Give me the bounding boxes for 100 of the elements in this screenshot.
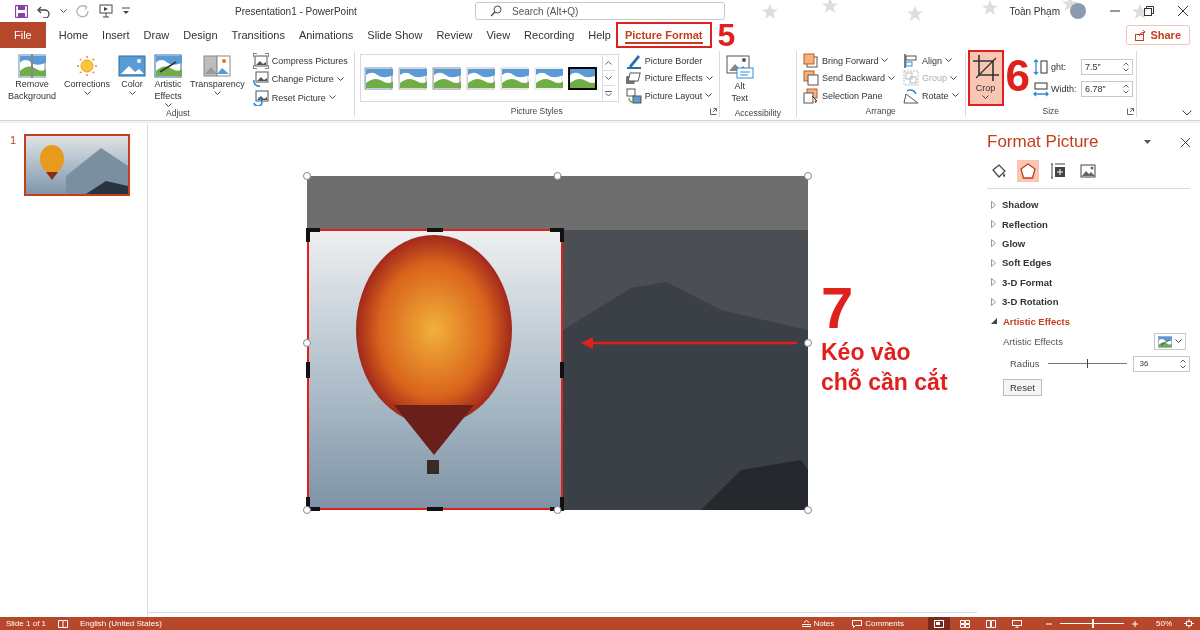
section-header[interactable]: 3-D Format [987, 272, 1190, 292]
ribbon-button[interactable]: Reset Picture [252, 89, 348, 106]
close-icon [1178, 6, 1188, 16]
picture-style-thumbnail[interactable] [363, 66, 393, 90]
ribbon-button[interactable]: Color [115, 51, 150, 107]
picture-style-thumbnail[interactable] [431, 66, 461, 90]
input-field[interactable]: 6.78" [1081, 81, 1133, 97]
ribbon-button[interactable]: Send Backward [802, 69, 895, 87]
fit-slide-icon [1184, 619, 1194, 628]
ribbon-tab[interactable]: Transitions [224, 24, 292, 46]
ribbon-button[interactable]: Change Picture [252, 70, 348, 88]
slide-thumbnail[interactable] [24, 134, 131, 196]
redo-icon [76, 4, 90, 18]
ribbon-tab[interactable]: Insert [95, 24, 137, 46]
ribbon-button[interactable]: Compress Pictures [252, 52, 348, 69]
size-icon [1050, 163, 1066, 179]
section-header[interactable]: 3-D Rotation [987, 291, 1190, 312]
resize-handle[interactable] [303, 506, 311, 514]
field-label: ght: [1051, 62, 1068, 72]
section-header[interactable]: Artistic Effects [987, 311, 1190, 331]
pane-title: Format Picture [987, 132, 1099, 152]
ribbon-button[interactable]: Alt Text [722, 51, 757, 107]
ribbon-tab[interactable]: Animations [291, 24, 361, 46]
scroll-up-icon [605, 59, 613, 65]
ribbon-button[interactable]: Remove Background [5, 51, 60, 107]
compress-icon [252, 52, 269, 69]
crop-frame[interactable] [306, 228, 564, 511]
picture-style-thumbnail[interactable] [567, 66, 597, 90]
ribbon-tab[interactable]: Home [51, 24, 96, 46]
language-status[interactable]: English (United States) [80, 619, 162, 628]
resize-handle[interactable] [303, 339, 311, 347]
resize-handle[interactable] [303, 172, 311, 180]
chevron-down-icon [1175, 339, 1182, 345]
zoom-level[interactable]: 50% [1156, 619, 1172, 628]
share-button[interactable]: Share [1126, 25, 1190, 45]
ribbon-tab[interactable]: View [479, 24, 518, 46]
resize-handle[interactable] [553, 506, 562, 514]
effect-preset-dropdown[interactable] [1154, 333, 1186, 351]
spinner-icon [1123, 84, 1129, 94]
normal-view-icon [934, 619, 944, 628]
chevron-down-icon [128, 91, 136, 96]
zoom-out-icon [1046, 620, 1052, 627]
ribbon-button[interactable]: Picture Effects [625, 69, 713, 87]
notes-icon [802, 620, 812, 627]
section-header[interactable]: Shadow [987, 195, 1190, 215]
resize-handle[interactable] [804, 506, 812, 514]
customize-icon [122, 7, 130, 15]
resize-handle[interactable] [804, 172, 812, 180]
file-tab[interactable]: File [0, 22, 46, 48]
layout-icon [625, 87, 642, 104]
ribbon-button[interactable]: Artistic Effects [151, 51, 186, 107]
ribbon-tab[interactable]: Help [581, 24, 618, 46]
ribbon-button[interactable]: Transparency [187, 51, 248, 107]
resize-handle[interactable] [804, 339, 812, 347]
input-field[interactable]: 7.5" [1081, 59, 1133, 75]
reset-button[interactable]: Reset [1003, 378, 1042, 396]
ribbon-button[interactable]: Corrections [61, 51, 114, 107]
chevron-down-icon [705, 93, 713, 98]
width-icon [1033, 81, 1049, 97]
picture-style-thumbnail[interactable] [465, 66, 495, 90]
ribbon-tab[interactable]: Draw [136, 24, 177, 46]
ribbon-button[interactable]: Selection Pane [802, 87, 895, 104]
ribbon-tab[interactable]: Review [429, 24, 480, 46]
resize-handle[interactable] [553, 172, 562, 180]
ribbon-button[interactable]: Crop [968, 51, 1003, 105]
chevron-down-icon [60, 8, 67, 14]
user-name[interactable]: Toàn Phạm [1009, 5, 1060, 17]
section-header[interactable]: Reflection [987, 214, 1190, 234]
section-header[interactable]: Soft Edges [987, 253, 1190, 273]
slide-number: 1 [10, 134, 17, 146]
remove-background-icon [18, 54, 46, 78]
ribbon-button[interactable]: Rotate [903, 87, 959, 104]
chevron-down-icon [705, 75, 713, 81]
search-field[interactable]: Search (Alt+Q) [475, 2, 725, 20]
section-header[interactable]: Glow [987, 233, 1190, 254]
group-icon [903, 70, 919, 86]
comments-button[interactable]: Comments [852, 619, 904, 628]
slide-sorter-icon [960, 619, 970, 628]
avatar[interactable] [1070, 3, 1086, 19]
input-field[interactable]: 36 [1132, 355, 1190, 372]
notes-button[interactable]: Notes [802, 619, 835, 628]
comment-icon [852, 619, 863, 628]
ribbon-button[interactable]: Align [903, 52, 959, 69]
rotate-icon [903, 87, 919, 104]
crop-icon [971, 54, 1000, 82]
ribbon-button[interactable]: Picture Layout [625, 87, 713, 104]
ribbon-tab[interactable]: Design [176, 24, 225, 46]
ribbon-tab[interactable]: Slide Show [360, 24, 430, 46]
field-label: Radius [1009, 358, 1041, 370]
step-number: 5 [717, 22, 736, 48]
chevron-down-icon [951, 93, 959, 98]
ribbon-button[interactable]: Bring Forward [802, 52, 895, 69]
pane-tab[interactable] [1017, 160, 1039, 182]
view-button[interactable] [928, 617, 950, 630]
ribbon-tab[interactable]: Picture Format [617, 24, 710, 46]
reading-view-icon [986, 619, 996, 628]
chevron-down-icon [881, 58, 889, 63]
ribbon-tab[interactable]: Recording [517, 24, 582, 46]
picture-style-thumbnail[interactable] [397, 66, 427, 90]
ribbon-button[interactable]: Picture Border [625, 52, 713, 69]
